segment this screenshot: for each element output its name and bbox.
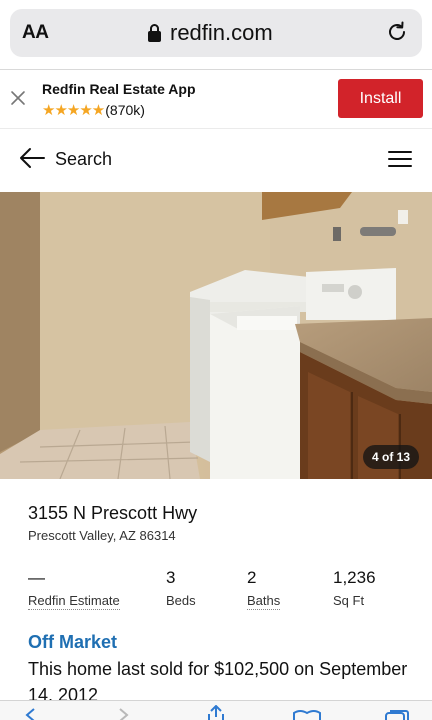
top-nav: Search [0, 130, 432, 192]
stat-value: — [28, 568, 45, 587]
url-domain[interactable]: redfin.com [170, 20, 273, 46]
lock-icon [148, 24, 161, 42]
listing-photo[interactable]: 4 of 13 [0, 192, 432, 479]
laundry-room-image [0, 192, 432, 479]
stat-label[interactable]: Redfin Estimate [28, 593, 120, 610]
back-to-search-link[interactable]: Search [55, 149, 112, 170]
app-install-banner: Redfin Real Estate App ★★★★★ (870k) Inst… [0, 71, 432, 129]
text-size-button[interactable]: AA [22, 22, 49, 44]
stat-value: 2 [247, 568, 257, 587]
browser-back-icon[interactable] [24, 708, 38, 720]
stat-redfin-estimate[interactable]: — Redfin Estimate [28, 568, 120, 610]
stat-beds: 3 Beds [166, 568, 196, 610]
bookmarks-icon[interactable] [292, 709, 322, 720]
stat-baths[interactable]: 2 Baths [247, 568, 281, 610]
photo-counter-badge: 4 of 13 [362, 445, 419, 469]
install-button[interactable]: Install [338, 79, 423, 118]
city-state-zip: Prescott Valley, AZ 86314 [28, 528, 176, 543]
browser-forward-icon[interactable] [116, 708, 130, 720]
rating-stars: ★★★★★ [42, 102, 105, 119]
hamburger-menu-icon[interactable] [388, 150, 412, 168]
browser-address-bar-area: AA redfin.com [0, 0, 432, 70]
stat-label: Beds [166, 593, 196, 608]
stat-label[interactable]: Baths [247, 593, 281, 610]
stat-value: 1,236 [333, 568, 376, 587]
stat-label: Sq Ft [333, 593, 365, 608]
back-arrow-icon[interactable] [18, 146, 46, 170]
app-rating: ★★★★★ (870k) [42, 101, 145, 119]
reload-icon[interactable] [386, 21, 408, 43]
app-name: Redfin Real Estate App [42, 81, 196, 97]
share-icon[interactable] [204, 705, 228, 720]
close-icon[interactable] [10, 90, 26, 106]
browser-toolbar [0, 700, 432, 720]
rating-count: (870k) [105, 102, 145, 118]
listing-status: Off Market [28, 632, 118, 652]
stat-value: 3 [166, 568, 176, 587]
browser-address-bar[interactable]: AA redfin.com [10, 9, 422, 57]
stat-sqft: 1,236 Sq Ft [333, 568, 376, 610]
tabs-icon[interactable] [384, 709, 410, 720]
street-address: 3155 N Prescott Hwy [28, 503, 198, 523]
